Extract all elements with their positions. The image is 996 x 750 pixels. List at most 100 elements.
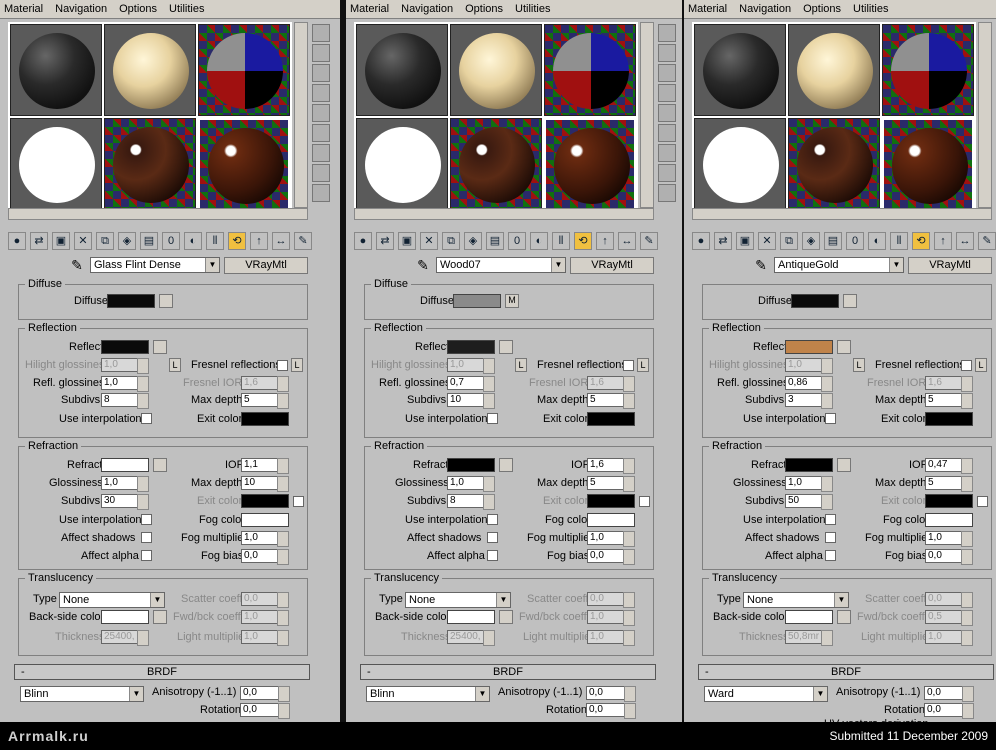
- brdf-type-select[interactable]: Blinn ▼: [366, 686, 490, 702]
- pick-icon[interactable]: ✎: [640, 232, 658, 250]
- assign-icon[interactable]: ▣: [398, 232, 416, 250]
- fresnel-checkbox[interactable]: [277, 360, 288, 371]
- reset-icon[interactable]: ✕: [420, 232, 438, 250]
- show-end-icon[interactable]: ⟲: [574, 232, 592, 250]
- back-side-color-swatch[interactable]: [447, 610, 495, 624]
- unique-icon[interactable]: ▤: [824, 232, 842, 250]
- diffuse-map-button[interactable]: [159, 294, 173, 308]
- anisotropy-spinner[interactable]: 0,0: [924, 686, 974, 702]
- refl-glossiness-spinner[interactable]: 0,86: [785, 376, 833, 392]
- unique-icon[interactable]: ▤: [486, 232, 504, 250]
- use-interpolation-checkbox[interactable]: [487, 514, 498, 525]
- back-side-map-button[interactable]: [837, 610, 851, 624]
- back-side-map-button[interactable]: [499, 610, 513, 624]
- eyedropper-icon[interactable]: ✎: [752, 257, 770, 274]
- reflect-map-button[interactable]: [837, 340, 851, 354]
- glossiness-spinner[interactable]: 1,0: [785, 476, 833, 492]
- fog-color-swatch[interactable]: [241, 513, 289, 527]
- navigator-icon[interactable]: [658, 184, 676, 202]
- navigator-icon[interactable]: [312, 184, 330, 202]
- brdf-type-select[interactable]: Ward ▼: [704, 686, 828, 702]
- use-interpolation-checkbox[interactable]: [825, 514, 836, 525]
- sample-slot[interactable]: [694, 118, 786, 210]
- fresnel-ior-spinner[interactable]: 1,6: [587, 376, 635, 392]
- lock-button[interactable]: L: [853, 358, 865, 372]
- reset-icon[interactable]: ✕: [74, 232, 92, 250]
- use-interpolation-checkbox[interactable]: [141, 413, 152, 424]
- vidcolor-icon[interactable]: [658, 124, 676, 142]
- copy-icon[interactable]: ◈: [802, 232, 820, 250]
- vidcolor-icon[interactable]: [312, 124, 330, 142]
- menu-item-options[interactable]: Options: [465, 3, 503, 15]
- rotation-spinner[interactable]: 0,0: [586, 703, 636, 719]
- exit-color-swatch[interactable]: [925, 494, 973, 508]
- back-side-map-button[interactable]: [153, 610, 167, 624]
- effects-channel-icon[interactable]: ◐: [530, 232, 548, 250]
- diffuse-color-swatch[interactable]: [107, 294, 155, 308]
- copy-icon[interactable]: ◈: [118, 232, 136, 250]
- lock-button[interactable]: L: [515, 358, 527, 372]
- fog-bias-spinner[interactable]: 0,0: [241, 549, 289, 565]
- affect-alpha-checkbox[interactable]: [141, 550, 152, 561]
- reset-icon[interactable]: ✕: [758, 232, 776, 250]
- sphere-icon[interactable]: [658, 24, 676, 42]
- fog-bias-spinner[interactable]: 0,0: [925, 549, 973, 565]
- chevron-down-icon[interactable]: ▼: [150, 593, 164, 607]
- use-interpolation-checkbox[interactable]: [487, 413, 498, 424]
- sample-slot[interactable]: [10, 118, 102, 210]
- menu-item-material[interactable]: Material: [688, 3, 727, 15]
- show-map-icon[interactable]: ⦀: [206, 232, 224, 250]
- exit-color-swatch[interactable]: [925, 412, 973, 426]
- fresnel-ior-spinner[interactable]: 1,6: [241, 376, 289, 392]
- show-end-icon[interactable]: ⟲: [912, 232, 930, 250]
- chevron-down-icon[interactable]: ▼: [889, 258, 903, 272]
- reflect-map-button[interactable]: [153, 340, 167, 354]
- go-parent-icon[interactable]: ↑: [934, 232, 952, 250]
- put-to-scene-icon[interactable]: ⇄: [714, 232, 732, 250]
- rotation-spinner[interactable]: 0,0: [924, 703, 974, 719]
- sphere-icon[interactable]: [312, 24, 330, 42]
- sample-slot[interactable]: [104, 118, 196, 210]
- max-depth-spinner[interactable]: 5: [587, 393, 635, 409]
- scatter-coeff-spinner[interactable]: 0,0: [925, 592, 973, 608]
- menu-item-material[interactable]: Material: [350, 3, 389, 15]
- collapse-icon[interactable]: -: [705, 665, 709, 679]
- refract-map-button[interactable]: [837, 458, 851, 472]
- chevron-down-icon[interactable]: ▼: [496, 593, 510, 607]
- fresnel-lock-button[interactable]: L: [975, 358, 987, 372]
- refract-map-button[interactable]: [153, 458, 167, 472]
- show-map-icon[interactable]: ⦀: [890, 232, 908, 250]
- ior-spinner[interactable]: 1,6: [587, 458, 635, 474]
- chevron-down-icon[interactable]: ▼: [129, 687, 143, 701]
- effects-channel-icon[interactable]: ◐: [868, 232, 886, 250]
- menu-item-navigation[interactable]: Navigation: [739, 3, 791, 15]
- subdivs-spinner[interactable]: 30: [101, 494, 149, 510]
- chevron-down-icon[interactable]: ▼: [834, 593, 848, 607]
- thickness-spinner[interactable]: 25400,: [447, 630, 495, 646]
- menu-item-navigation[interactable]: Navigation: [55, 3, 107, 15]
- sample-slot[interactable]: [882, 24, 974, 116]
- show-map-icon[interactable]: ⦀: [552, 232, 570, 250]
- glossiness-spinner[interactable]: 1,0: [101, 476, 149, 492]
- box-icon[interactable]: [658, 84, 676, 102]
- slots-horizontal-scrollbar[interactable]: [692, 208, 992, 220]
- translucency-type-select[interactable]: None ▼: [405, 592, 511, 608]
- sample-slot[interactable]: [788, 118, 880, 210]
- get-material-icon[interactable]: ●: [692, 232, 710, 250]
- affect-shadows-checkbox[interactable]: [825, 532, 836, 543]
- refract-color-swatch[interactable]: [101, 458, 149, 472]
- reflect-color-swatch[interactable]: [447, 340, 495, 354]
- menu-item-options[interactable]: Options: [119, 3, 157, 15]
- use-interpolation-checkbox[interactable]: [141, 514, 152, 525]
- hilight-glossiness-spinner[interactable]: 1,0: [785, 358, 833, 374]
- max-depth-spinner[interactable]: 5: [925, 393, 973, 409]
- go-parent-icon[interactable]: ↑: [250, 232, 268, 250]
- slots-horizontal-scrollbar[interactable]: [8, 208, 308, 220]
- fresnel-ior-spinner[interactable]: 1,6: [925, 376, 973, 392]
- exit-color-swatch[interactable]: [587, 412, 635, 426]
- fog-multiplier-spinner[interactable]: 1,0: [587, 531, 635, 547]
- menu-item-utilities[interactable]: Utilities: [169, 3, 204, 15]
- options-icon[interactable]: [658, 144, 676, 162]
- show-end-icon[interactable]: ⟲: [228, 232, 246, 250]
- back-side-color-swatch[interactable]: [785, 610, 833, 624]
